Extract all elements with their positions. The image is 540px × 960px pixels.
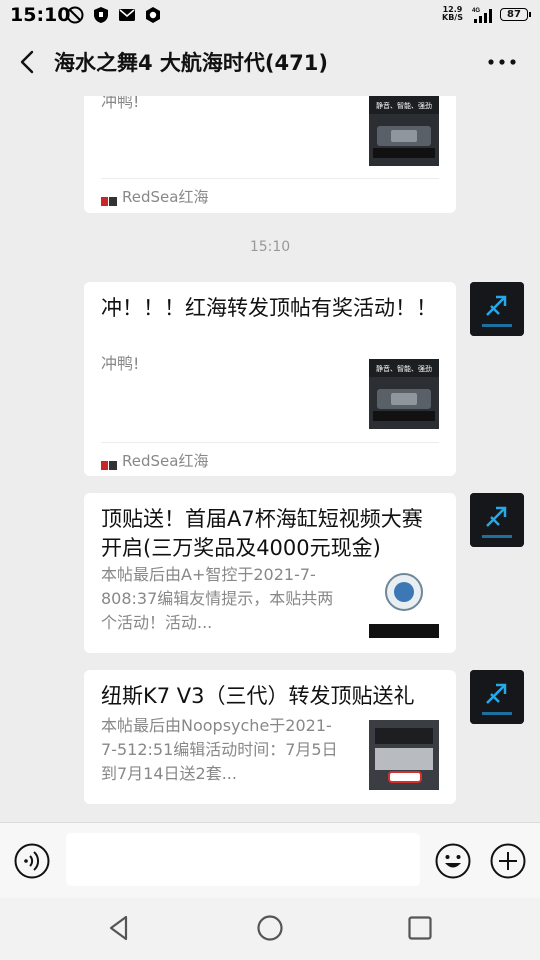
signal-icon: 4G [472, 6, 496, 28]
svg-text:静音、智能、强劲: 静音、智能、强劲 [376, 101, 432, 110]
chat-header: 海水之舞4 大航海时代(471) [0, 30, 540, 96]
app-notification-icon [144, 6, 162, 24]
sender-avatar[interactable] [470, 493, 524, 547]
card-thumbnail [369, 720, 439, 790]
card-source: RedSea红海 [101, 450, 208, 471]
redsea-logo-icon [101, 456, 117, 470]
shield-icon [92, 6, 110, 24]
nav-recent-apps-icon[interactable] [406, 914, 434, 942]
card-description: 冲鸭! [101, 354, 140, 373]
card-thumbnail: 静音、智能、强劲 [369, 96, 439, 166]
more-options-icon[interactable] [486, 50, 518, 74]
card-thumbnail [369, 568, 439, 638]
status-time: 15:10 [10, 4, 71, 26]
link-card[interactable]: 顶贴送！首届A7杯海缸短视频大赛开启(三万奖品及4000元现金) 本帖最后由A+… [84, 493, 456, 653]
nav-back-icon[interactable] [106, 914, 134, 942]
chat-title: 海水之舞4 大航海时代(471) [54, 51, 328, 75]
redsea-logo-icon [101, 192, 117, 206]
mail-icon [118, 6, 136, 24]
svg-text:静音、智能、强劲: 静音、智能、强劲 [376, 364, 432, 373]
card-title: 冲！！！红海转发顶帖有奖活动！！ [101, 296, 437, 320]
source-label: RedSea红海 [122, 452, 209, 470]
card-description: 本帖最后由Noopsyche于2021-7-512:51编辑活动时间：7月5日到… [101, 716, 338, 783]
emoji-icon[interactable] [435, 843, 471, 879]
back-arrow-icon[interactable] [14, 48, 42, 76]
voice-input-icon[interactable] [14, 843, 50, 879]
chat-messages: 冲鸭! 静音、智能、强劲 RedSea红海 15:10 冲！！！红海转发顶帖有奖… [0, 96, 540, 822]
sagittarius-avatar-icon [470, 670, 524, 724]
card-title: 顶贴送！首届A7杯海缸短视频大赛开启(三万奖品及4000元现金) [101, 507, 423, 560]
card-description: 本帖最后由A+智控于2021-7-808:37编辑友情提示，本贴共两个活动！活动… [101, 565, 334, 632]
card-thumbnail: 静音、智能、强劲 [369, 359, 439, 429]
sender-avatar[interactable] [470, 282, 524, 336]
link-card[interactable]: 冲！！！红海转发顶帖有奖活动！！ 冲鸭! 静音、智能、强劲 RedSea红海 [84, 282, 456, 476]
status-bar: 15:10 12.9 KB/S 4G 87 [0, 0, 540, 30]
network-type-label: 4G [472, 8, 480, 14]
link-card[interactable]: 冲鸭! 静音、智能、强劲 RedSea红海 [84, 96, 456, 213]
message-text-input[interactable] [66, 833, 420, 886]
sagittarius-avatar-icon [470, 282, 524, 336]
card-description: 冲鸭! [101, 96, 140, 111]
do-not-disturb-icon [66, 6, 84, 24]
card-divider [101, 442, 439, 443]
card-title: 纽斯K7 V3（三代）转发顶贴送礼 [101, 684, 415, 708]
network-speed: 12.9 KB/S [442, 5, 463, 22]
link-card[interactable]: 纽斯K7 V3（三代）转发顶贴送礼 本帖最后由Noopsyche于2021-7-… [84, 670, 456, 804]
sender-avatar[interactable] [470, 670, 524, 724]
card-source: RedSea红海 [101, 186, 208, 207]
nav-home-icon[interactable] [256, 914, 284, 942]
card-divider [101, 178, 439, 179]
system-nav-bar [0, 898, 540, 960]
timestamp: 15:10 [249, 239, 291, 255]
sagittarius-avatar-icon [470, 493, 524, 547]
add-more-icon[interactable] [490, 843, 526, 879]
source-label: RedSea红海 [122, 188, 209, 206]
message-input-bar [0, 822, 540, 898]
battery-indicator: 87 [500, 8, 531, 21]
